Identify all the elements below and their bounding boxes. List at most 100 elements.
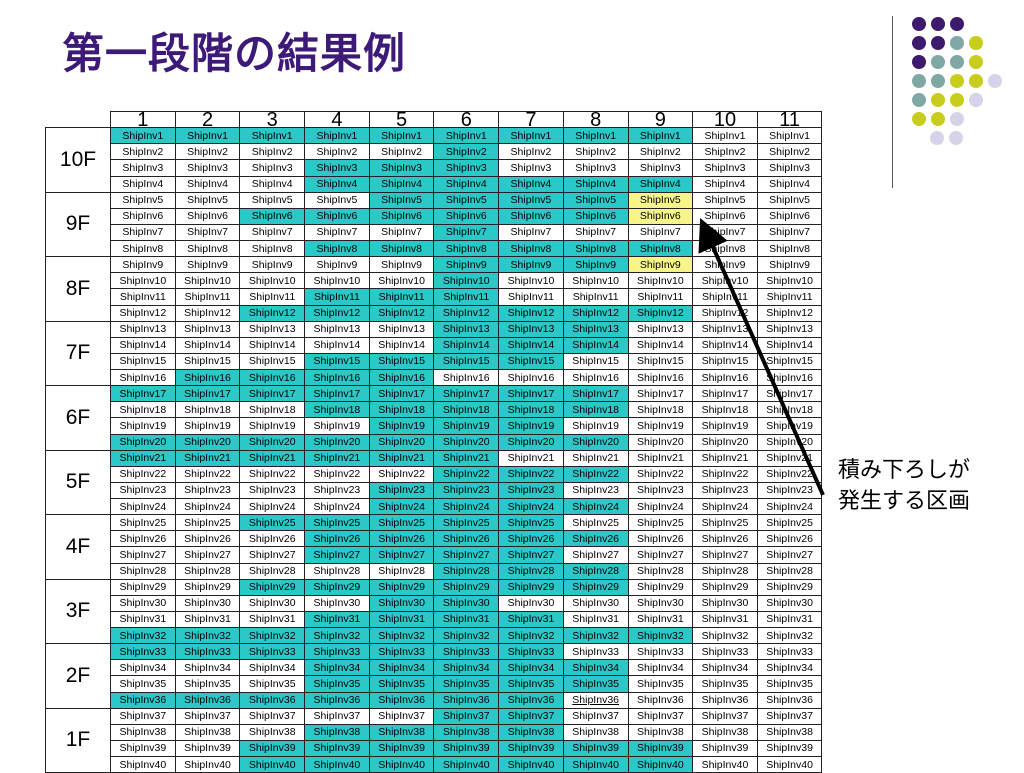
- table-cell: ShipInv22: [756, 465, 823, 483]
- table-cell: ShipInv3: [304, 159, 370, 177]
- table-cell: ShipInv5: [627, 191, 694, 209]
- decorative-dot: [912, 55, 926, 69]
- table-cell: ShipInv33: [756, 643, 823, 661]
- table-cell: ShipInv22: [110, 465, 176, 483]
- table-cell: ShipInv37: [368, 707, 435, 725]
- table-cell: ShipInv12: [692, 304, 758, 322]
- table-cell: ShipInv10: [174, 272, 241, 290]
- table-cell: ShipInv12: [562, 304, 629, 322]
- table-row: ShipInv36 ShipInv36 ShipInv36 ShipInv36 Ship…: [46, 691, 823, 709]
- table-cell: ShipInv40: [627, 755, 694, 773]
- annotation-text: 積み下ろしが 発生する区画: [838, 455, 970, 517]
- table-cell: ShipInv40: [692, 755, 758, 773]
- table-cell: ShipInv8: [304, 239, 370, 258]
- table-cell: ShipInv38: [433, 723, 500, 741]
- table-cell: ShipInv33: [433, 643, 500, 661]
- table-cell: ShipInv24: [174, 497, 241, 516]
- table-cell: ShipInv18: [110, 401, 176, 419]
- table-cell: ShipInv9: [304, 256, 370, 274]
- table-cell: ShipInv2: [627, 143, 694, 161]
- table-row: 5F ShipInv21 ShipInv21 ShipInv21 ShipInv21 Sh…: [45, 449, 823, 516]
- table-cell: ShipInv28: [692, 562, 758, 580]
- table-cell: ShipInv15: [110, 352, 176, 371]
- table-cell: ShipInv28: [239, 562, 306, 580]
- table-cell: ShipInv25: [368, 514, 435, 532]
- table-cell: ShipInv40: [174, 755, 241, 773]
- table-cell: ShipInv29: [368, 578, 435, 596]
- table-row: ShipInv27 ShipInv27 ShipInv27 ShipInv27 Ship…: [46, 546, 823, 564]
- table-cell: ShipInv9: [433, 256, 500, 274]
- table-cell: ShipInv10: [692, 272, 758, 290]
- table-cell: ShipInv1: [174, 127, 241, 145]
- table-cell: ShipInv38: [627, 723, 694, 741]
- table-cell: ShipInv33: [110, 643, 176, 661]
- decorative-dot: [912, 36, 926, 50]
- table-cell: ShipInv23: [239, 481, 306, 500]
- decorative-dot: [949, 131, 963, 145]
- table-cell: ShipInv29: [756, 578, 823, 596]
- table-cell: ShipInv31: [239, 610, 306, 629]
- floor-label-7F: 7F: [45, 320, 111, 387]
- table-cell: ShipInv12: [239, 304, 306, 322]
- table-cell: ShipInv19: [433, 417, 500, 435]
- table-row: ShipInv3 ShipInv3 ShipInv3 ShipInv3 ShipInv3…: [46, 159, 823, 177]
- table-cell: ShipInv10: [433, 272, 500, 290]
- column-header-9: 9: [627, 110, 694, 129]
- table-cell: ShipInv20: [110, 433, 176, 451]
- table-cell: ShipInv11: [368, 288, 435, 306]
- table-cell: ShipInv6: [110, 207, 176, 225]
- table-row: 9F ShipInv5 ShipInv5 ShipInv5 ShipInv5 ShipIn…: [45, 191, 823, 258]
- table-cell: ShipInv29: [627, 578, 694, 596]
- table-cell: ShipInv22: [433, 465, 500, 483]
- table-cell: ShipInv37: [692, 707, 758, 725]
- table-cell: ShipInv9: [368, 256, 435, 274]
- table-cell: ShipInv19: [756, 417, 823, 435]
- table-cell: ShipInv40: [239, 755, 306, 773]
- table-cell: ShipInv18: [433, 401, 500, 419]
- table-cell: ShipInv22: [692, 465, 758, 483]
- table-cell: ShipInv40: [304, 755, 370, 773]
- table-row: ShipInv7 ShipInv7 ShipInv7 ShipInv7 ShipInv7…: [46, 223, 823, 242]
- table-cell: ShipInv19: [239, 417, 306, 435]
- table-cell: ShipInv15: [433, 352, 500, 371]
- table-cell: ShipInv38: [368, 723, 435, 741]
- table-cell: ShipInv36: [627, 691, 694, 709]
- table-cell: ShipInv4: [110, 175, 176, 193]
- table-cell: ShipInv2: [562, 143, 629, 161]
- table-cell: ShipInv34: [562, 659, 629, 677]
- table-row: ShipInv4 ShipInv4 ShipInv4 ShipInv4 ShipInv4…: [46, 175, 823, 193]
- table-cell: ShipInv27: [304, 546, 370, 564]
- table-cell: ShipInv35: [174, 675, 241, 693]
- table-cell: ShipInv37: [756, 707, 823, 725]
- decorative-dot: [931, 36, 945, 50]
- table-cell: ShipInv32: [692, 626, 758, 645]
- table-cell: ShipInv8: [174, 239, 241, 258]
- table-cell: ShipInv31: [110, 610, 176, 629]
- table-cell: ShipInv3: [239, 159, 306, 177]
- table-cell: ShipInv32: [498, 626, 564, 645]
- table-cell: ShipInv3: [756, 159, 823, 177]
- table-cell: ShipInv25: [110, 514, 176, 532]
- table-cell: ShipInv18: [239, 401, 306, 419]
- table-cell: ShipInv34: [110, 659, 176, 677]
- table-cell: ShipInv24: [304, 497, 370, 516]
- table-cell: ShipInv12: [627, 304, 694, 322]
- table-cell: ShipInv38: [110, 723, 176, 741]
- table-cell: ShipInv24: [239, 497, 306, 516]
- table-cell: ShipInv32: [174, 626, 241, 645]
- table-cell: ShipInv7: [692, 223, 758, 242]
- table-cell: ShipInv32: [433, 626, 500, 645]
- table-cell: ShipInv9: [498, 256, 564, 274]
- table-cell: ShipInv18: [304, 401, 370, 419]
- table-cell: ShipInv21: [239, 449, 306, 467]
- table-cell: ShipInv32: [368, 626, 435, 645]
- table-cell: ShipInv4: [562, 175, 629, 193]
- table-cell: ShipInv4: [692, 175, 758, 193]
- table-cell: ShipInv35: [627, 675, 694, 693]
- decorative-dot: [969, 55, 983, 69]
- table-cell: ShipInv10: [368, 272, 435, 290]
- table-cell: ShipInv26: [498, 530, 564, 548]
- table-row: ShipInv35 ShipInv35 ShipInv35 ShipInv35 Ship…: [46, 675, 823, 693]
- table-cell: ShipInv4: [498, 175, 564, 193]
- table-cell: ShipInv17: [692, 385, 758, 403]
